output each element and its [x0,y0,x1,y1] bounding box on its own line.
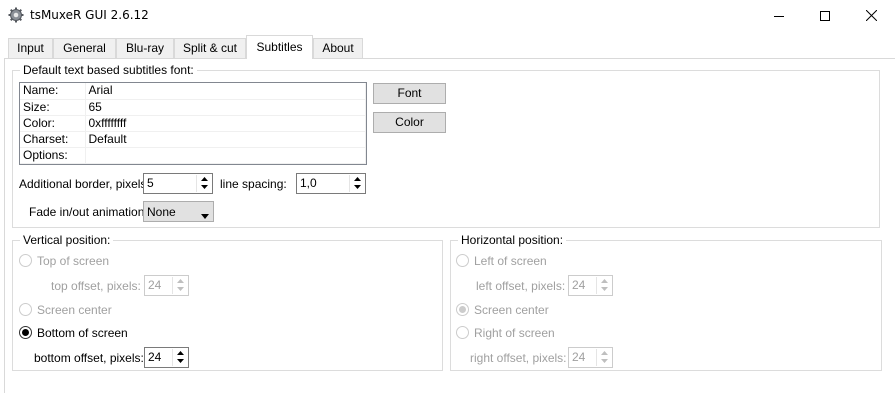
border-value: 5 [147,176,154,190]
border-stepper[interactable]: 5 [143,173,213,194]
top-offset-stepper[interactable]: 24 [144,275,189,296]
bottom-of-screen-label: Bottom of screen [37,326,128,340]
gear-icon [8,7,24,23]
right-offset-label: right offset, pixels: [470,351,567,365]
chevron-up-icon[interactable] [597,349,611,357]
chevron-up-icon[interactable] [173,277,187,285]
fade-value: None [147,205,176,219]
tab-subtitles[interactable]: Subtitles [246,35,313,59]
top-of-screen-label: Top of screen [37,254,110,268]
font-properties-grid[interactable]: Name: Arial Size: 65 Color: 0xffffffff Char… [19,82,367,165]
chevron-down-icon[interactable] [173,357,187,365]
fade-label: Fade in/out animation: [29,205,148,219]
vertical-position-title: Vertical position: [20,233,114,247]
table-row[interactable]: Color: 0xffffffff [20,115,366,132]
grid-value [85,147,366,164]
grid-key: Options: [20,147,86,164]
grid-key: Name: [20,83,86,100]
tab-about[interactable]: About [313,38,363,58]
left-offset-label: left offset, pixels: [476,279,566,293]
line-spacing-value: 1,0 [300,176,317,190]
top-offset-label: top offset, pixels: [51,279,141,293]
right-of-screen-radio[interactable] [456,326,469,339]
title-bar[interactable]: tsMuxeR GUI 2.6.12 [0,0,895,31]
tab-input[interactable]: Input [8,38,53,58]
minimize-icon [774,11,784,21]
bottom-offset-value: 24 [148,350,162,364]
chevron-down-icon[interactable] [597,357,611,365]
left-of-screen-radio[interactable] [456,254,469,267]
horizontal-center-label: Screen center [474,303,549,317]
screen-center-radio[interactable] [19,303,32,316]
window-title: tsMuxeR GUI 2.6.12 [30,8,149,22]
table-row[interactable]: Size: 65 [20,99,366,116]
left-offset-stepper[interactable]: 24 [568,275,613,296]
table-row[interactable]: Charset: Default [20,131,366,148]
left-offset-value: 24 [572,278,586,292]
tab-general[interactable]: General [53,38,116,58]
maximize-button[interactable] [802,0,848,31]
table-row[interactable]: Name: Arial [20,83,366,100]
fade-select[interactable]: None [143,201,214,222]
screen-center-label: Screen center [37,303,112,317]
grid-key: Size: [20,99,86,116]
grid-key: Color: [20,115,86,132]
grid-value: 65 [85,99,366,116]
right-offset-stepper[interactable]: 24 [568,347,613,368]
tab-split-cut[interactable]: Split & cut [174,38,246,58]
left-of-screen-label: Left of screen [474,254,547,268]
table-row[interactable]: Options: [20,147,366,164]
font-button[interactable]: Font [373,83,446,104]
right-of-screen-label: Right of screen [474,326,555,340]
chevron-up-icon[interactable] [173,349,187,357]
chevron-up-icon[interactable] [350,175,364,183]
horizontal-center-radio[interactable] [456,303,469,316]
bottom-offset-stepper[interactable]: 24 [144,347,189,368]
chevron-down-icon[interactable] [597,285,611,293]
color-button[interactable]: Color [373,112,446,133]
top-of-screen-radio[interactable] [19,254,32,267]
grid-value: Default [85,131,366,148]
chevron-up-icon[interactable] [197,175,211,183]
chevron-down-icon[interactable] [197,183,211,191]
font-group-title: Default text based subtitles font: [20,63,197,77]
line-spacing-stepper[interactable]: 1,0 [296,173,366,194]
border-label: Additional border, pixels: [19,177,150,191]
close-button[interactable] [848,0,894,31]
grid-key: Charset: [20,131,86,148]
chevron-down-icon[interactable] [173,285,187,293]
line-spacing-label: line spacing: [220,177,287,191]
maximize-icon [820,10,830,21]
bottom-of-screen-radio[interactable] [19,326,32,339]
minimize-button[interactable] [756,0,802,31]
grid-value: Arial [85,83,366,100]
chevron-down-icon [201,208,209,222]
top-offset-value: 24 [148,278,162,292]
grid-value: 0xffffffff [85,115,366,132]
chevron-down-icon[interactable] [350,183,364,191]
close-icon [865,10,877,21]
tab-blu-ray[interactable]: Blu-ray [116,38,174,58]
horizontal-position-title: Horizontal position: [458,233,567,247]
chevron-up-icon[interactable] [597,277,611,285]
right-offset-value: 24 [572,350,586,364]
bottom-offset-label: bottom offset, pixels: [34,351,144,365]
